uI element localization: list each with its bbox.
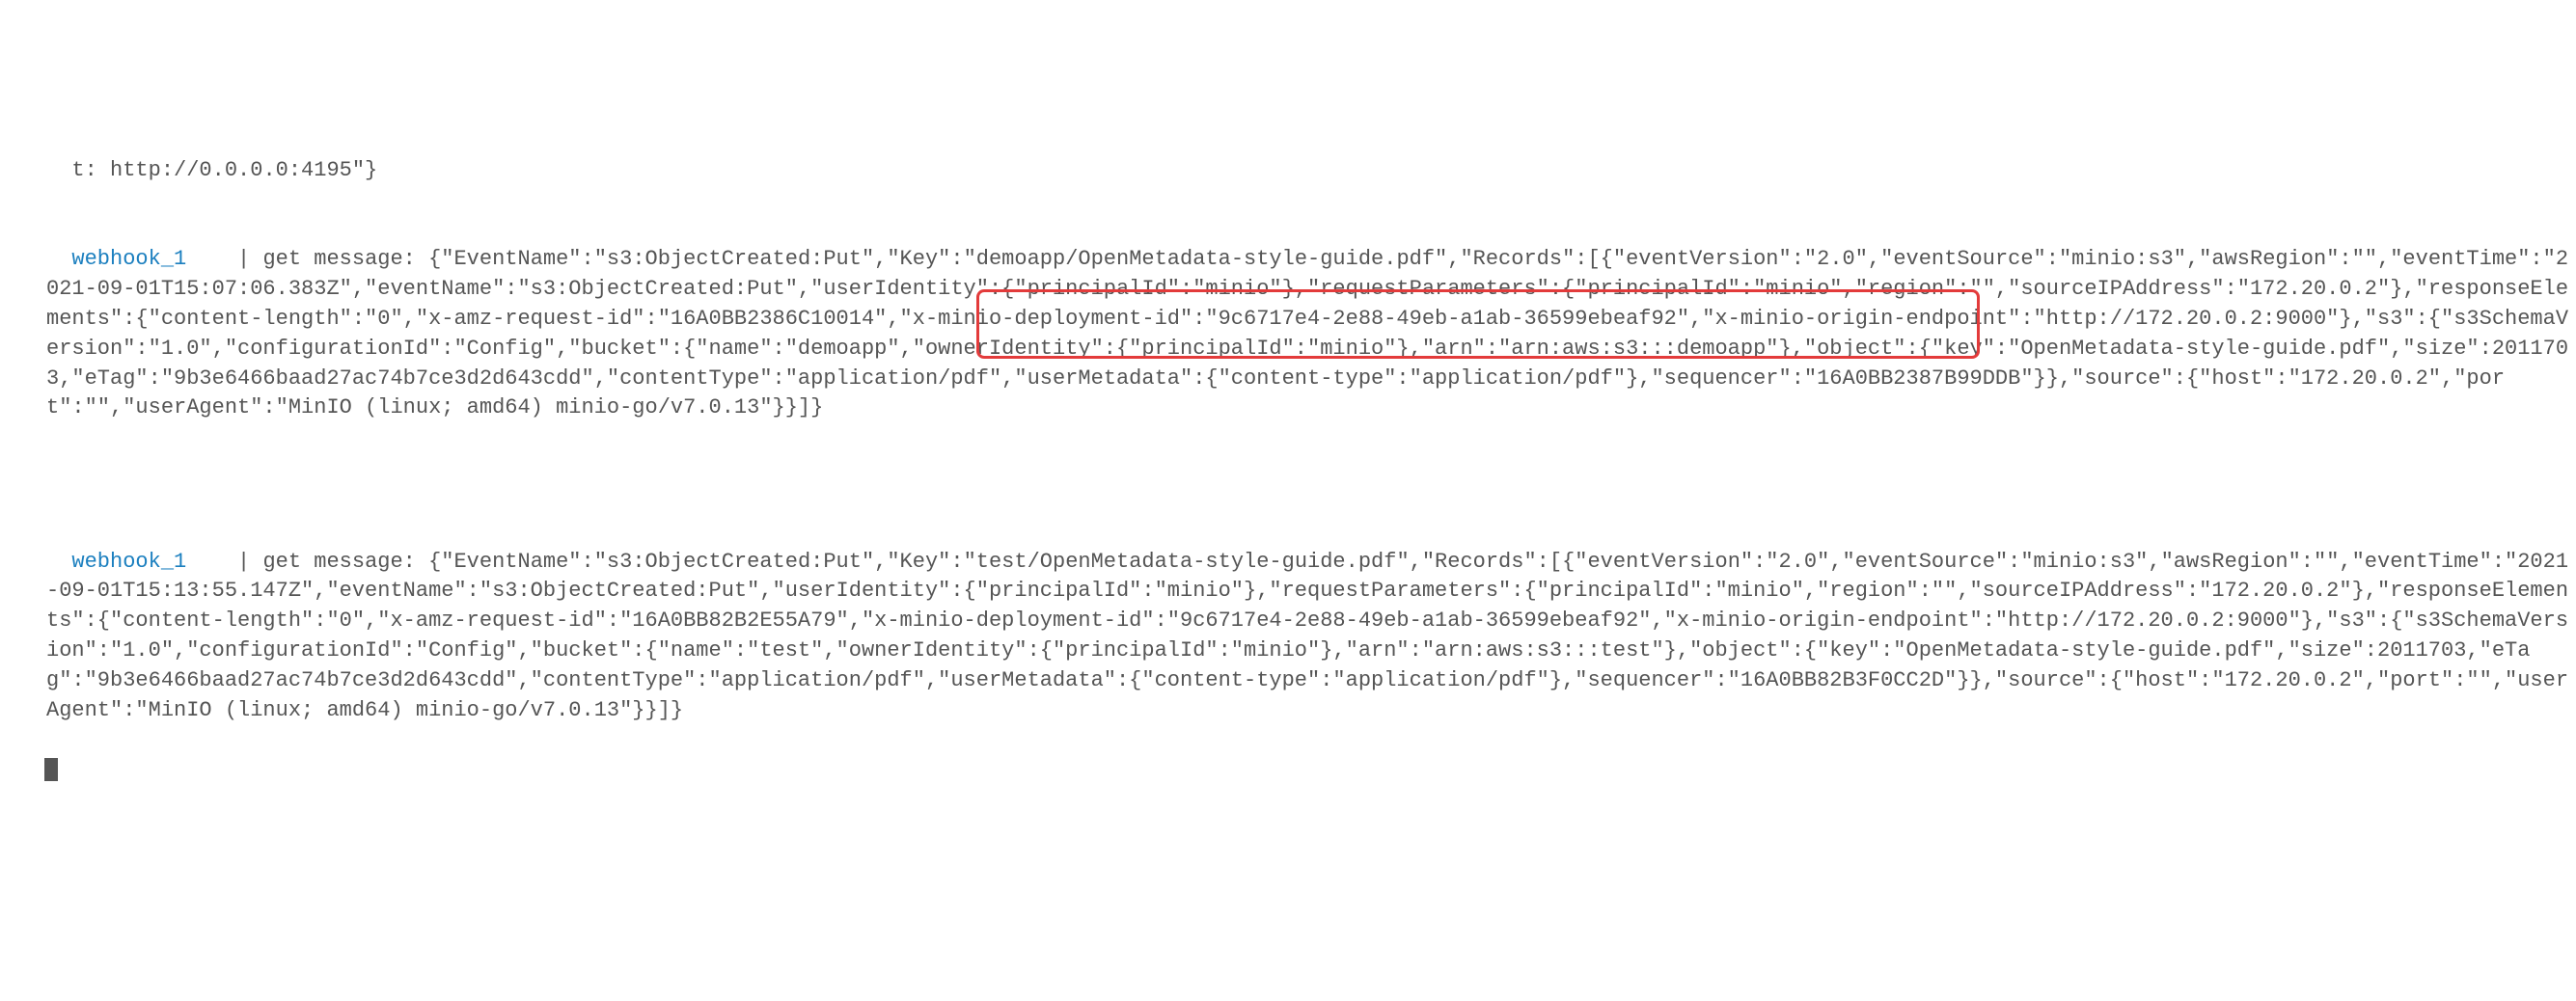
log-prefix-tail: t: http://0.0.0.0:4195"} bbox=[71, 158, 377, 182]
log-separator: | bbox=[186, 247, 250, 271]
log-separator: | bbox=[186, 550, 250, 574]
service-name: webhook_1 bbox=[71, 550, 186, 574]
log-message: get message: {"EventName":"s3:ObjectCrea… bbox=[46, 247, 2568, 419]
terminal-cursor bbox=[44, 758, 58, 781]
log-entry-2: webhook_1 | get message: {"EventName":"s… bbox=[46, 518, 2576, 785]
log-message: get message: {"EventName":"s3:ObjectCrea… bbox=[46, 550, 2568, 722]
log-entry-1: t: http://0.0.0.0:4195"} webhook_1 | get… bbox=[46, 126, 2576, 423]
service-name: webhook_1 bbox=[71, 247, 186, 271]
